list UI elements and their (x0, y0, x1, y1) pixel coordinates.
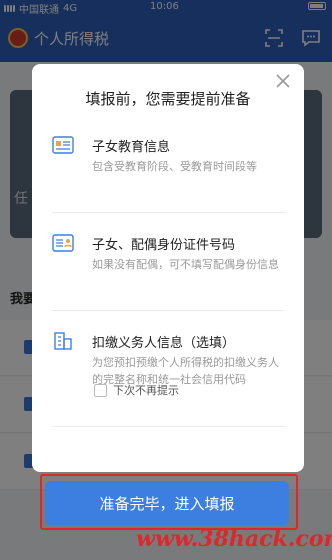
confirm-button[interactable]: 准备完毕，进入填报 (45, 481, 289, 525)
watermark: www.38hack.com (136, 526, 332, 552)
preparation-dialog: 填报前，您需要提前准备 子女教育信息 包含受教育阶段、受教育时间段等 子女、配偶… (32, 64, 304, 472)
dont-show-again-label: 下次不再提示 (113, 384, 179, 397)
dialog-title: 填报前，您需要提前准备 (85, 90, 251, 108)
prep-item-desc: 如果没有配偶，可不填写配偶身份信息 (92, 258, 279, 271)
id-card-icon (52, 234, 74, 252)
building-icon (54, 332, 72, 350)
prep-item-title: 子女、配偶身份证件号码 (92, 238, 236, 253)
prep-item-title: 扣缴义务人信息（选填） (92, 336, 236, 351)
divider (52, 310, 286, 311)
education-card-icon (52, 136, 74, 154)
dont-show-again-checkbox[interactable] (94, 383, 107, 397)
divider (52, 426, 286, 427)
dont-show-again-row[interactable]: 下次不再提示 (94, 382, 179, 398)
prep-item-desc: 包含受教育阶段、受教育时间段等 (92, 160, 257, 173)
divider (52, 212, 286, 213)
prep-item-title: 子女教育信息 (92, 140, 171, 155)
